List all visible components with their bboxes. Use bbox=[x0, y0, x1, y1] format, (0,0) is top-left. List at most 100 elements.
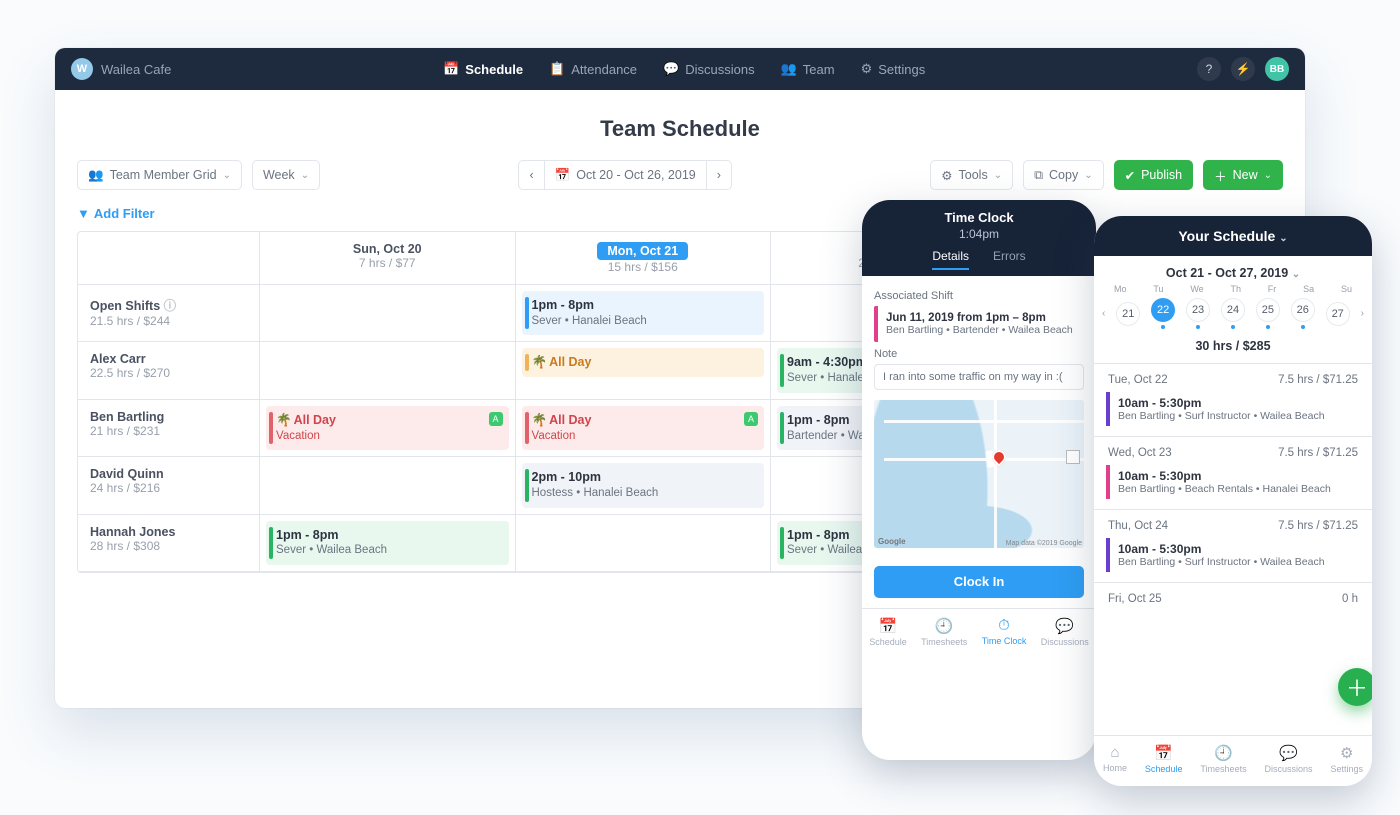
tabbar-home[interactable]: ⌂Home bbox=[1103, 744, 1127, 774]
schedule-list[interactable]: Tue, Oct 227.5 hrs / $71.2510am - 5:30pm… bbox=[1094, 364, 1372, 682]
day-25[interactable]: 25 bbox=[1256, 298, 1280, 322]
row-alex: Alex Carr22.5 hrs / $270 bbox=[78, 342, 260, 399]
prev-week-button[interactable]: ‹ bbox=[518, 160, 544, 190]
cell[interactable]: A🌴All DayVacation bbox=[516, 400, 772, 457]
clock-icon: 🕘 bbox=[921, 617, 967, 635]
cell[interactable] bbox=[260, 342, 516, 399]
tabbar-schedule[interactable]: 📅Schedule bbox=[1145, 744, 1183, 774]
cell[interactable]: 2pm - 10pmHostess • Hanalei Beach bbox=[516, 457, 772, 514]
shift-card-vacation[interactable]: A🌴All DayVacation bbox=[266, 406, 509, 450]
info-icon[interactable]: ⓘ bbox=[164, 299, 177, 313]
nav-tab-settings[interactable]: ⚙Settings bbox=[861, 61, 926, 77]
gear-icon: ⚙ bbox=[861, 61, 873, 77]
associated-shift[interactable]: Jun 11, 2019 from 1pm – 8pm Ben Bartling… bbox=[874, 306, 1084, 342]
map-attribution: Map data ©2019 Google bbox=[1006, 540, 1082, 547]
chevron-down-icon: ⌄ bbox=[994, 170, 1002, 181]
dow-row: MoTuWeThFrSaSu bbox=[1094, 284, 1372, 294]
row-open-shifts: Open Shifts ⓘ21.5 hrs / $244 bbox=[78, 285, 260, 342]
tools-button[interactable]: ⚙Tools ⌄ bbox=[930, 160, 1013, 190]
tabbar-schedule[interactable]: 📅Schedule bbox=[869, 617, 907, 647]
nav-tab-discussions[interactable]: 💬Discussions bbox=[663, 61, 755, 77]
clock-icon: 🕘 bbox=[1200, 744, 1246, 762]
cell[interactable] bbox=[260, 285, 516, 342]
cell[interactable]: 1pm - 8pmSever • Hanalei Beach bbox=[516, 285, 772, 342]
tabbar-timesheets[interactable]: 🕘Timesheets bbox=[921, 617, 967, 647]
shift-card[interactable]: 1pm - 8pmSever • Wailea Beach bbox=[266, 521, 509, 565]
tabbar-settings[interactable]: ⚙Settings bbox=[1330, 744, 1363, 774]
prev-week[interactable]: ‹ bbox=[1102, 308, 1105, 319]
shift-card-vacation[interactable]: A🌴All DayVacation bbox=[522, 406, 765, 450]
tabbar-timesheets[interactable]: 🕘Timesheets bbox=[1200, 744, 1246, 774]
day-24[interactable]: 24 bbox=[1221, 298, 1245, 322]
day-21[interactable]: 21 bbox=[1116, 302, 1140, 326]
next-week[interactable]: › bbox=[1361, 308, 1364, 319]
help-icon[interactable]: ? bbox=[1197, 57, 1221, 81]
nav-tab-team[interactable]: 👥Team bbox=[781, 61, 835, 77]
row-hannah: Hannah Jones28 hrs / $308 bbox=[78, 515, 260, 572]
note-label: Note bbox=[874, 348, 1084, 360]
nav-tab-schedule[interactable]: 📅Schedule bbox=[443, 61, 523, 77]
map[interactable]: Google Map data ©2019 Google bbox=[874, 400, 1084, 548]
mobile-header: Time Clock 1:04pm Details Errors bbox=[862, 200, 1096, 276]
mobile-header[interactable]: Your Schedule ⌄ bbox=[1094, 216, 1372, 256]
day-27[interactable]: 27 bbox=[1326, 302, 1350, 326]
gear-icon: ⚙ bbox=[941, 168, 952, 183]
chevron-down-icon: ⌄ bbox=[223, 170, 231, 181]
cell[interactable] bbox=[516, 515, 772, 572]
workspace-avatar[interactable]: W bbox=[71, 58, 93, 80]
bolt-icon[interactable]: ⚡ bbox=[1231, 57, 1255, 81]
tabbar-discussions[interactable]: 💬Discussions bbox=[1265, 744, 1313, 774]
nav-tab-attendance[interactable]: 📋Attendance bbox=[549, 61, 637, 77]
shift-card[interactable]: 1pm - 8pmSever • Hanalei Beach bbox=[522, 291, 765, 335]
tab-details[interactable]: Details bbox=[932, 249, 969, 270]
shift-card[interactable]: 2pm - 10pmHostess • Hanalei Beach bbox=[522, 463, 765, 507]
day-26[interactable]: 26 bbox=[1291, 298, 1315, 322]
palm-icon: 🌴 bbox=[532, 413, 548, 427]
fab-add-button[interactable]: ＋ bbox=[1338, 668, 1372, 706]
shift-card-allday[interactable]: 🌴All Day bbox=[522, 348, 765, 377]
tabbar-timeclock[interactable]: ⏱Time Clock bbox=[982, 617, 1027, 647]
compass-icon[interactable] bbox=[1066, 450, 1080, 464]
day-23[interactable]: 23 bbox=[1186, 298, 1210, 322]
approved-badge: A bbox=[489, 412, 503, 426]
cell[interactable] bbox=[260, 457, 516, 514]
day-22[interactable]: 22 bbox=[1151, 298, 1175, 322]
shift-card[interactable]: 10am - 5:30pmBen Bartling • Surf Instruc… bbox=[1106, 538, 1360, 572]
workspace-name[interactable]: Wailea Cafe bbox=[101, 62, 171, 77]
shift-card[interactable]: 10am - 5:30pmBen Bartling • Beach Rental… bbox=[1106, 465, 1360, 499]
next-week-button[interactable]: › bbox=[707, 160, 732, 190]
mobile-title: Time Clock bbox=[862, 210, 1096, 225]
shift-card[interactable]: 10am - 5:30pmBen Bartling • Surf Instruc… bbox=[1106, 392, 1360, 426]
mobile-schedule: Your Schedule ⌄ Oct 21 - Oct 27, 2019 ⌄ … bbox=[1094, 216, 1372, 786]
publish-button[interactable]: ✔Publish bbox=[1114, 160, 1193, 190]
cell[interactable]: 🌴All Day bbox=[516, 342, 772, 399]
day-header: Fri, Oct 250 h bbox=[1094, 582, 1372, 607]
chevron-down-icon: ⌄ bbox=[1084, 170, 1092, 181]
new-button[interactable]: ＋New ⌄ bbox=[1203, 160, 1283, 190]
date-range-switcher: ‹ 📅Oct 20 - Oct 26, 2019 › bbox=[518, 160, 731, 190]
mobile-time: 1:04pm bbox=[862, 227, 1096, 241]
mobile-tabbar: ⌂Home 📅Schedule 🕘Timesheets 💬Discussions… bbox=[1094, 735, 1372, 786]
date-range-button[interactable]: 📅Oct 20 - Oct 26, 2019 bbox=[545, 160, 707, 190]
toolbar: 👥Team Member Grid ⌄ Week ⌄ ‹ 📅Oct 20 - O… bbox=[55, 160, 1305, 200]
calendar-icon: 📅 bbox=[443, 61, 459, 77]
tab-errors[interactable]: Errors bbox=[993, 249, 1026, 270]
copy-button[interactable]: ⧉Copy ⌄ bbox=[1023, 160, 1104, 190]
cell[interactable]: 1pm - 8pmSever • Wailea Beach bbox=[260, 515, 516, 572]
clipboard-icon: 📋 bbox=[549, 61, 565, 77]
people-icon: 👥 bbox=[88, 168, 104, 183]
tabbar-discussions[interactable]: 💬Discussions bbox=[1041, 617, 1089, 647]
user-avatar[interactable]: BB bbox=[1265, 57, 1289, 81]
week-range[interactable]: Oct 21 - Oct 27, 2019 ⌄ bbox=[1094, 256, 1372, 284]
home-icon: ⌂ bbox=[1103, 744, 1127, 761]
chevron-down-icon: ⌄ bbox=[1292, 269, 1300, 280]
chevron-down-icon: ⌄ bbox=[301, 170, 309, 181]
clock-in-button[interactable]: Clock In bbox=[874, 566, 1084, 598]
note-input[interactable]: I ran into some traffic on my way in :( bbox=[874, 364, 1084, 390]
range-mode-select[interactable]: Week ⌄ bbox=[252, 160, 320, 190]
view-mode-select[interactable]: 👥Team Member Grid ⌄ bbox=[77, 160, 242, 190]
week-summary: 30 hrs / $285 bbox=[1094, 333, 1372, 364]
day-picker: ‹ 21 22 23 24 25 26 27 › bbox=[1094, 294, 1372, 333]
cell[interactable]: A🌴All DayVacation bbox=[260, 400, 516, 457]
chat-icon: 💬 bbox=[1041, 617, 1089, 635]
